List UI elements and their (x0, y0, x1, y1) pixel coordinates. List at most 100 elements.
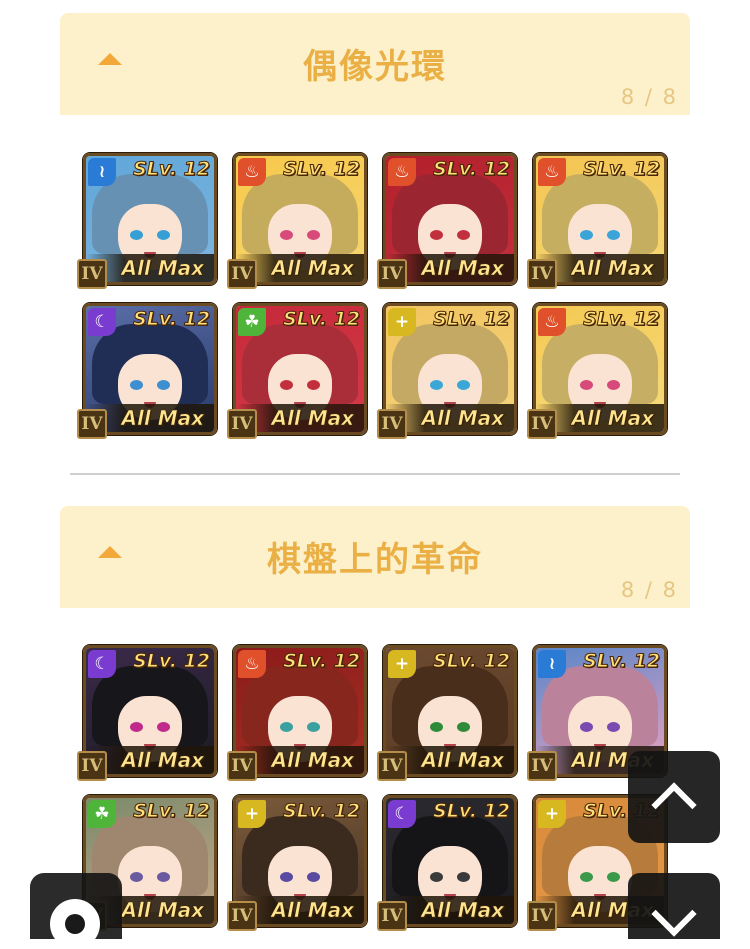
rank-badge: IV (527, 901, 557, 931)
max-status: All Max (271, 256, 354, 281)
rank-badge: IV (227, 901, 257, 931)
character-card[interactable]: ☾ SLv. 12 All Max IV (377, 795, 517, 931)
rank-badge: IV (377, 751, 407, 781)
section-title: 偶像光環 (303, 47, 447, 87)
max-status: All Max (421, 748, 504, 773)
skill-level: SLv. 12 (283, 650, 361, 673)
max-status: All Max (271, 406, 354, 431)
character-card[interactable]: ☾ SLv. 12 All Max IV (77, 645, 217, 781)
chevron-down-icon (651, 891, 697, 937)
skill-level: SLv. 12 (283, 800, 361, 823)
eye (580, 230, 593, 240)
eye (457, 230, 470, 240)
fire-icon: ♨ (238, 650, 266, 678)
cross-icon: + (388, 308, 416, 336)
eye (130, 722, 143, 732)
max-status: All Max (121, 406, 204, 431)
section-header-chess[interactable]: 棋盤上的革命 8 / 8 (60, 506, 690, 608)
eye (307, 230, 320, 240)
character-card[interactable]: ♨ SLv. 12 All Max IV (227, 153, 367, 289)
section-divider (70, 473, 680, 475)
max-status: All Max (421, 406, 504, 431)
rank-badge: IV (227, 259, 257, 289)
rank-badge: IV (377, 259, 407, 289)
leaf-icon: ☘ (238, 308, 266, 336)
character-card[interactable]: + SLv. 12 All Max IV (227, 795, 367, 931)
rank-badge: IV (527, 259, 557, 289)
skill-level: SLv. 12 (283, 158, 361, 181)
water-icon: ≀ (538, 650, 566, 678)
max-status: All Max (121, 898, 204, 923)
eye (607, 872, 620, 882)
character-card[interactable]: ♨ SLv. 12 All Max IV (527, 303, 667, 439)
chevron-up-icon (651, 782, 697, 828)
rank-badge: IV (77, 751, 107, 781)
fire-icon: ♨ (388, 158, 416, 186)
eye (130, 872, 143, 882)
section-header-idol[interactable]: 偶像光環 8 / 8 (60, 13, 690, 115)
eye (607, 722, 620, 732)
max-status: All Max (271, 748, 354, 773)
max-status: All Max (121, 748, 204, 773)
eye (157, 872, 170, 882)
rank-badge: IV (377, 409, 407, 439)
character-card[interactable]: + SLv. 12 All Max IV (377, 645, 517, 781)
eye (430, 872, 443, 882)
section-count: 8 / 8 (620, 85, 678, 109)
skill-level: SLv. 12 (283, 308, 361, 331)
skill-level: SLv. 12 (433, 800, 511, 823)
character-card[interactable]: ☾ SLv. 12 All Max IV (77, 303, 217, 439)
eye (607, 380, 620, 390)
rank-badge: IV (527, 409, 557, 439)
eye (430, 722, 443, 732)
eye (280, 380, 293, 390)
eye (430, 380, 443, 390)
max-status: All Max (121, 256, 204, 281)
scroll-up-button[interactable] (628, 751, 720, 843)
max-status: All Max (271, 898, 354, 923)
rank-badge: IV (77, 409, 107, 439)
character-grid: ☾ SLv. 12 All Max IV ♨ SLv. 12 All Max I… (77, 645, 667, 935)
fire-icon: ♨ (238, 158, 266, 186)
settings-button[interactable] (30, 873, 122, 949)
eye (307, 380, 320, 390)
eye (130, 380, 143, 390)
eye (607, 230, 620, 240)
character-card[interactable]: ≀ SLv. 12 All Max IV (77, 153, 217, 289)
skill-level: SLv. 12 (433, 308, 511, 331)
max-status: All Max (421, 256, 504, 281)
skill-level: SLv. 12 (133, 308, 211, 331)
cross-icon: + (538, 800, 566, 828)
eye (580, 380, 593, 390)
cross-icon: + (238, 800, 266, 828)
scroll-down-button[interactable] (628, 873, 720, 939)
eye (457, 380, 470, 390)
eye (157, 230, 170, 240)
fire-icon: ♨ (538, 308, 566, 336)
skill-level: SLv. 12 (433, 650, 511, 673)
skill-level: SLv. 12 (433, 158, 511, 181)
eye (157, 380, 170, 390)
max-status: All Max (571, 256, 654, 281)
character-card[interactable]: ♨ SLv. 12 All Max IV (527, 153, 667, 289)
skill-level: SLv. 12 (583, 308, 661, 331)
character-card[interactable]: ♨ SLv. 12 All Max IV (227, 645, 367, 781)
character-card[interactable]: ☘ SLv. 12 All Max IV (227, 303, 367, 439)
rank-badge: IV (377, 901, 407, 931)
skill-level: SLv. 12 (133, 650, 211, 673)
eye (457, 722, 470, 732)
moon-icon: ☾ (88, 650, 116, 678)
skill-level: SLv. 12 (133, 800, 211, 823)
fire-icon: ♨ (538, 158, 566, 186)
skill-level: SLv. 12 (583, 650, 661, 673)
moon-icon: ☾ (88, 308, 116, 336)
eye (157, 722, 170, 732)
max-status: All Max (571, 406, 654, 431)
cross-icon: + (388, 650, 416, 678)
eye (430, 230, 443, 240)
rank-badge: IV (527, 751, 557, 781)
rank-badge: IV (77, 259, 107, 289)
eye (580, 722, 593, 732)
character-card[interactable]: ♨ SLv. 12 All Max IV (377, 153, 517, 289)
character-card[interactable]: + SLv. 12 All Max IV (377, 303, 517, 439)
